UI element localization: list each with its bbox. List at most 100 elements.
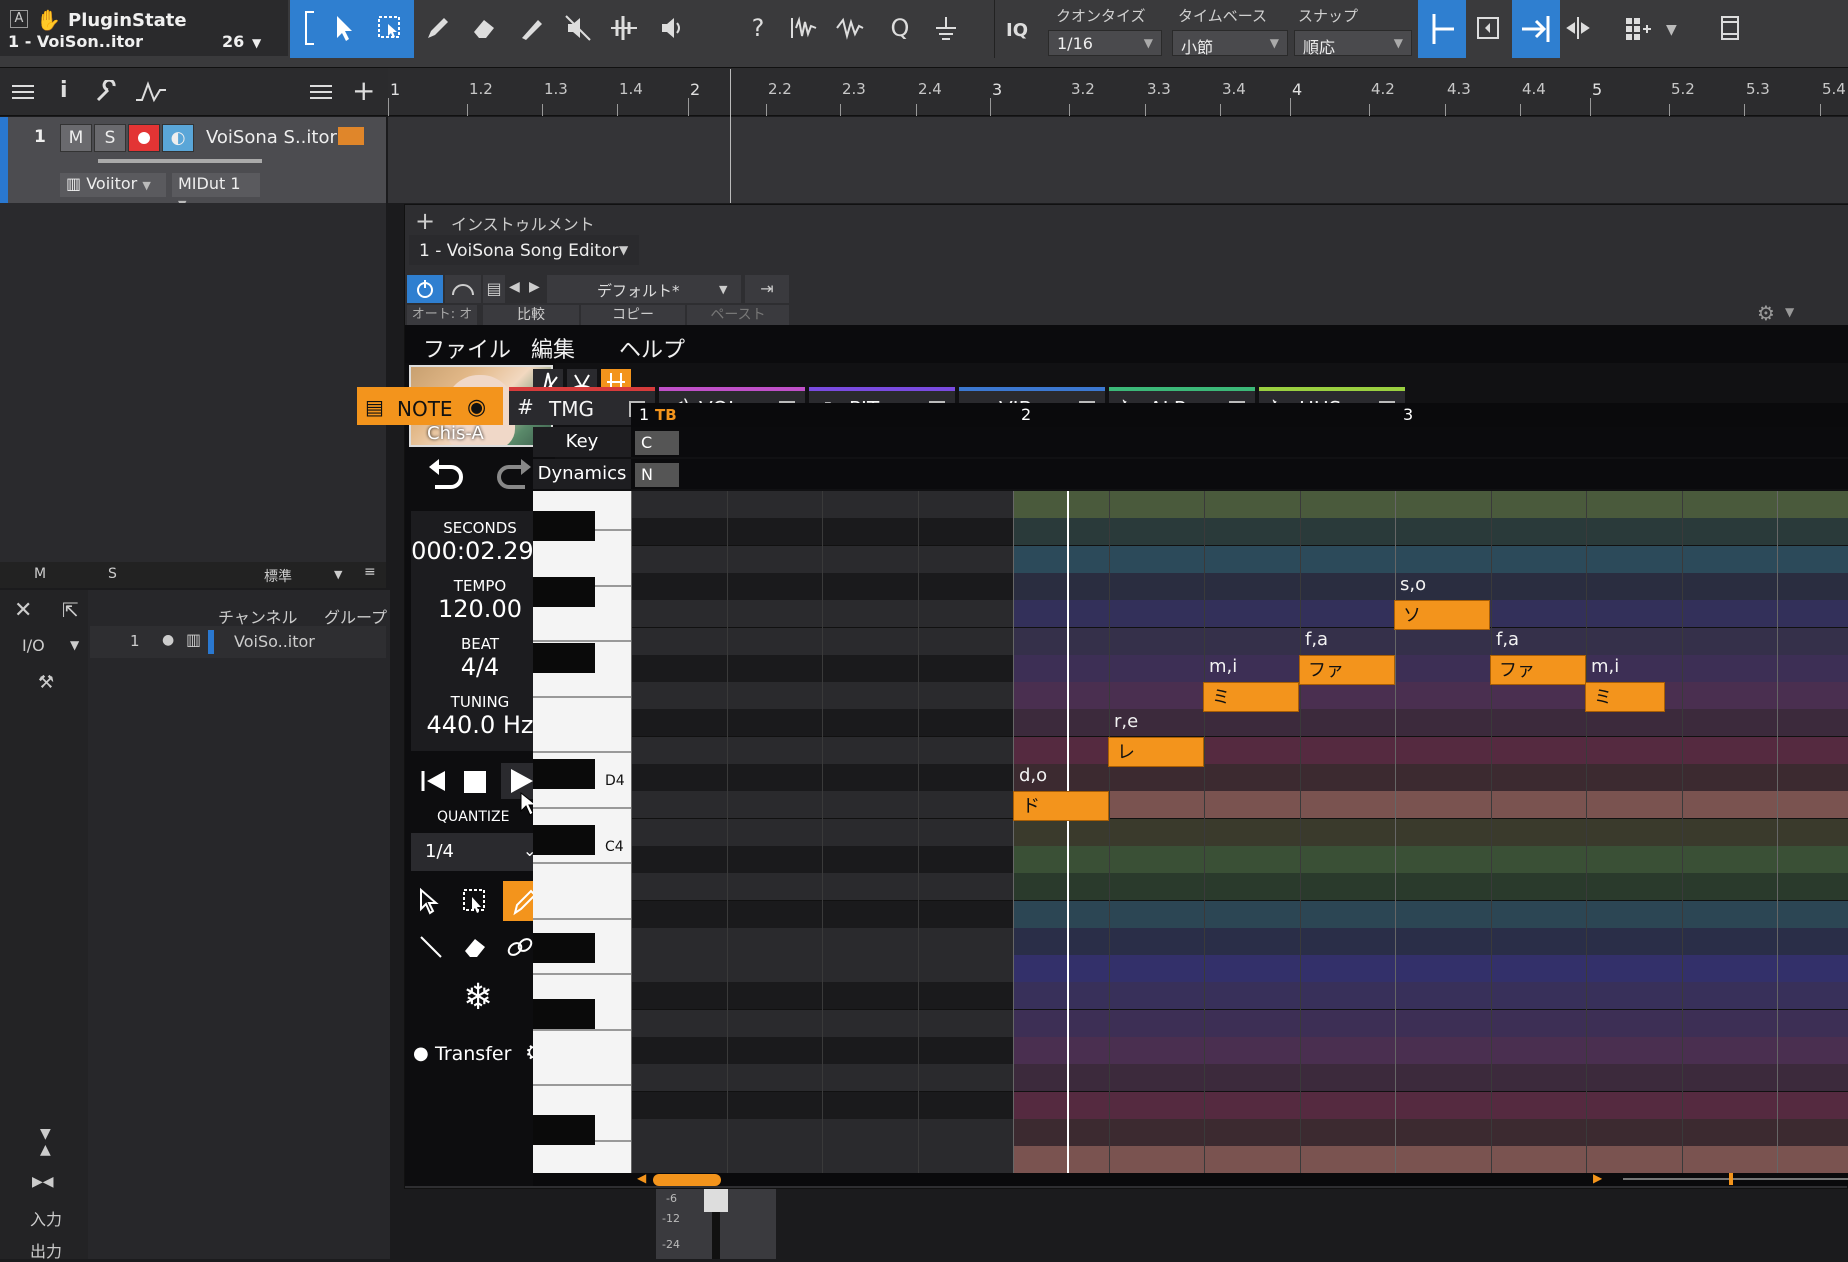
pencil-icon[interactable]: [420, 10, 456, 46]
next-preset-icon[interactable]: ▶: [529, 279, 540, 295]
playhead[interactable]: [730, 69, 731, 203]
note-block[interactable]: ミ: [1585, 682, 1665, 712]
scroll-left-icon[interactable]: ◀: [637, 1171, 646, 1185]
auto-off-button[interactable]: オート: オフ: [407, 305, 477, 342]
playhead[interactable]: [1067, 491, 1069, 1173]
paste-button[interactable]: ペースト: [687, 305, 789, 325]
black-key[interactable]: [533, 759, 595, 789]
chevron-down-icon[interactable]: ▼: [252, 36, 261, 50]
waveform-icon[interactable]: [786, 10, 822, 46]
snap-select[interactable]: 順応 ▼: [1294, 30, 1412, 57]
note-block[interactable]: ファ: [1299, 655, 1395, 685]
footer-s[interactable]: S: [108, 566, 117, 582]
quantize-q-icon[interactable]: Q: [882, 10, 918, 46]
pitch-lane[interactable]: [1013, 764, 1848, 792]
beat-value[interactable]: 4/4: [411, 653, 549, 681]
black-key[interactable]: [533, 1115, 595, 1145]
note-block[interactable]: ソ: [1394, 600, 1490, 630]
key-value[interactable]: C: [635, 431, 679, 455]
note-block[interactable]: ド: [1013, 791, 1109, 821]
pitch-lane[interactable]: [1013, 791, 1848, 819]
transfer-button[interactable]: Transfer: [435, 1043, 511, 1065]
arrow-tool-icon[interactable]: [326, 10, 362, 46]
link-icon[interactable]: [505, 933, 535, 961]
note-block[interactable]: ミ: [1203, 682, 1299, 712]
stop-icon[interactable]: [461, 767, 489, 795]
black-key[interactable]: [533, 511, 595, 541]
track-volume-slider[interactable]: [98, 159, 262, 163]
bypass-icon[interactable]: [445, 275, 481, 303]
preset-file-icon[interactable]: ▤: [483, 275, 505, 303]
scrollbar-thumb[interactable]: [653, 1174, 721, 1186]
bracket-icon[interactable]: [292, 10, 328, 46]
pitch-lane[interactable]: [1013, 682, 1848, 710]
pitch-lane[interactable]: [1013, 546, 1848, 574]
wrench-icon[interactable]: [94, 80, 118, 104]
dynamics-value[interactable]: N: [635, 463, 679, 487]
undo-icon[interactable]: [425, 457, 465, 491]
input-label[interactable]: 入力: [30, 1206, 62, 1230]
eye-icon[interactable]: ◉: [467, 395, 493, 420]
output-label[interactable]: 出力: [30, 1238, 62, 1262]
black-key[interactable]: [533, 825, 595, 855]
pitch-lane[interactable]: [1013, 846, 1848, 874]
monitor-button[interactable]: ◐: [162, 124, 194, 152]
black-key[interactable]: [533, 577, 595, 607]
chevron-down-icon[interactable]: ▼: [334, 568, 342, 581]
pitch-lane[interactable]: [1013, 1037, 1848, 1065]
quantize-select[interactable]: 1/4 ⌄: [411, 833, 549, 871]
split-view-icon[interactable]: [1560, 10, 1596, 46]
grid-add-icon[interactable]: [1620, 10, 1656, 46]
range-tool-icon[interactable]: [372, 10, 408, 46]
split-tool-icon[interactable]: [606, 10, 642, 46]
snowflake-icon[interactable]: ❄: [463, 977, 493, 1018]
fader-handle[interactable]: [704, 1188, 728, 1212]
midi-output-select[interactable]: MIDut 1 ▼: [172, 173, 260, 211]
speaker-icon[interactable]: [654, 10, 690, 46]
black-key[interactable]: [533, 933, 595, 963]
wrench-icon[interactable]: ⚒: [38, 672, 54, 693]
pitch-lane[interactable]: [1013, 1010, 1848, 1038]
send-icon[interactable]: ⇥: [745, 275, 789, 303]
gear-icon[interactable]: ⚙: [1757, 301, 1775, 325]
pitch-lane[interactable]: [1013, 819, 1848, 847]
power-icon[interactable]: [407, 275, 443, 303]
pitch-lane[interactable]: [1013, 655, 1848, 683]
snap-grid-toggle[interactable]: [1418, 0, 1466, 58]
expand-icon[interactable]: ▼ ▲: [40, 1126, 51, 1158]
compare-button[interactable]: 比較: [483, 305, 579, 325]
song-info[interactable]: A ✋ PluginState 1 - VoiSon..itor 26 ▼: [0, 0, 288, 56]
black-key[interactable]: [533, 643, 595, 673]
tempo-value[interactable]: 120.00: [411, 595, 549, 623]
record-button[interactable]: [128, 124, 160, 152]
copy-button[interactable]: コピー: [581, 305, 685, 325]
black-key[interactable]: [533, 999, 595, 1029]
prev-preset-icon[interactable]: ◀: [509, 279, 520, 295]
quantize-select[interactable]: 1/16 ▼: [1048, 30, 1162, 56]
tempo-beat-marker[interactable]: TB: [655, 406, 677, 424]
paint-icon[interactable]: [514, 10, 550, 46]
arrange-timeline[interactable]: [388, 69, 1848, 203]
film-icon[interactable]: [1712, 10, 1748, 46]
chevron-down-icon[interactable]: ▼: [1785, 305, 1794, 319]
add-icon[interactable]: +: [415, 207, 435, 235]
chevron-down-icon[interactable]: ▼: [70, 638, 79, 652]
menu-edit[interactable]: 編集: [531, 332, 575, 364]
loop-icon[interactable]: [1470, 10, 1506, 46]
menu-file[interactable]: ファイル: [423, 332, 511, 364]
mute-button[interactable]: M: [60, 124, 92, 152]
help-icon[interactable]: ?: [740, 10, 776, 46]
pitch-lane[interactable]: [1013, 573, 1848, 601]
select-tool-icon[interactable]: [417, 887, 445, 915]
fader-strip[interactable]: -6 -12 -24: [656, 1188, 776, 1259]
metronome-icon[interactable]: [928, 10, 964, 46]
plugin-instance-select[interactable]: 1 - VoiSona Song Editor ▼: [409, 235, 639, 265]
range-select-icon[interactable]: [461, 887, 489, 915]
pitch-lane[interactable]: [1013, 955, 1848, 983]
horizontal-scrollbar[interactable]: ◀ ▶: [533, 1171, 1848, 1186]
footer-m[interactable]: M: [34, 566, 46, 582]
pitch-lane[interactable]: [1013, 1092, 1848, 1120]
timebase-select[interactable]: 小節 ▼: [1172, 30, 1288, 57]
pin-icon[interactable]: ⇱: [62, 598, 79, 622]
chevron-down-icon[interactable]: ▼: [1666, 22, 1677, 38]
